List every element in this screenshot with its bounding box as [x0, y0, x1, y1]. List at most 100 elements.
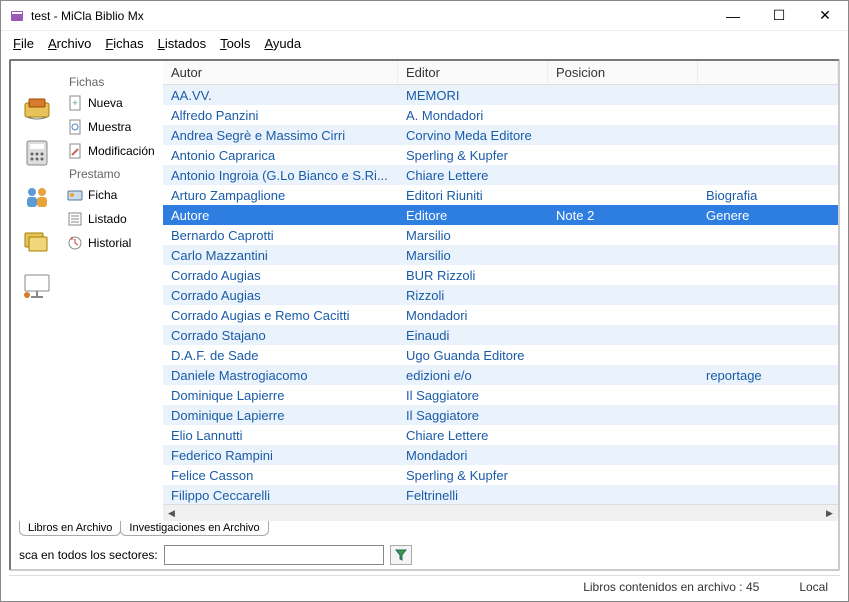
- calculator-icon[interactable]: [21, 137, 53, 169]
- table-row[interactable]: Corrado StajanoEinaudi: [163, 325, 838, 345]
- menu-fichas[interactable]: Fichas: [105, 36, 143, 51]
- data-grid: Autor Editor Posicion AA.VV.MEMORIAlfred…: [163, 61, 838, 521]
- column-header-posicion[interactable]: Posicion: [548, 61, 698, 84]
- cell: A. Mondadori: [398, 108, 548, 123]
- svg-text:×: ×: [70, 236, 74, 243]
- column-header-extra[interactable]: [698, 61, 838, 84]
- table-row[interactable]: AutoreEditoreNote 2Genere: [163, 205, 838, 225]
- status-mode: Local: [799, 580, 828, 594]
- menu-archivo[interactable]: Archivo: [48, 36, 91, 51]
- table-row[interactable]: Corrado AugiasBUR Rizzoli: [163, 265, 838, 285]
- minimize-button[interactable]: —: [710, 1, 756, 31]
- sidebar-item-ficha[interactable]: Ficha: [67, 187, 159, 203]
- users-icon[interactable]: [21, 181, 53, 213]
- cell: Genere: [698, 208, 838, 223]
- folders-icon[interactable]: [21, 225, 53, 257]
- sidebar: Fichas + Nueva Muestra Modificación Pres…: [63, 61, 163, 521]
- maximize-button[interactable]: ☐: [756, 1, 802, 31]
- sidebar-item-muestra[interactable]: Muestra: [67, 119, 159, 135]
- table-row[interactable]: AA.VV.MEMORI: [163, 85, 838, 105]
- table-row[interactable]: Dominique LapierreIl Saggiatore: [163, 405, 838, 425]
- cell: Editori Riuniti: [398, 188, 548, 203]
- table-row[interactable]: Elio LannuttiChiare Lettere: [163, 425, 838, 445]
- sidebar-item-label: Historial: [88, 236, 131, 250]
- sidebar-item-label: Modificación: [88, 144, 155, 158]
- tab-libros[interactable]: Libros en Archivo: [19, 521, 121, 536]
- cell: Feltrinelli: [398, 488, 548, 503]
- cell: Corrado Augias e Remo Cacitti: [163, 308, 398, 323]
- table-row[interactable]: Alfredo PanziniA. Mondadori: [163, 105, 838, 125]
- cell: Carlo Mazzantini: [163, 248, 398, 263]
- icon-strip: [11, 61, 63, 521]
- sidebar-item-label: Listado: [88, 212, 127, 226]
- cell: Alfredo Panzini: [163, 108, 398, 123]
- cell: Elio Lannutti: [163, 428, 398, 443]
- table-row[interactable]: Felice CassonSperling & Kupfer: [163, 465, 838, 485]
- scroll-right-icon[interactable]: ▶: [821, 505, 838, 522]
- cell: Chiare Lettere: [398, 428, 548, 443]
- cell: Dominique Lapierre: [163, 388, 398, 403]
- table-row[interactable]: D.A.F. de SadeUgo Guanda Editore: [163, 345, 838, 365]
- table-row[interactable]: Filippo CeccarelliFeltrinelli: [163, 485, 838, 504]
- table-row[interactable]: Antonio Ingroia (G.Lo Bianco e S.Ri...Ch…: [163, 165, 838, 185]
- cell: Arturo Zampaglione: [163, 188, 398, 203]
- horizontal-scrollbar[interactable]: ◀ ▶: [163, 504, 838, 521]
- window-title: test - MiCla Biblio Mx: [31, 9, 710, 23]
- cell: AA.VV.: [163, 88, 398, 103]
- filter-button[interactable]: [390, 545, 412, 565]
- status-count: Libros contenidos en archivo : 45: [583, 580, 759, 594]
- table-row[interactable]: Corrado AugiasRizzoli: [163, 285, 838, 305]
- sidebar-item-label: Nueva: [88, 96, 123, 110]
- grid-body[interactable]: AA.VV.MEMORIAlfredo PanziniA. MondadoriA…: [163, 85, 838, 504]
- document-view-icon: [67, 119, 83, 135]
- table-row[interactable]: Corrado Augias e Remo CacittiMondadori: [163, 305, 838, 325]
- cell: D.A.F. de Sade: [163, 348, 398, 363]
- cell: edizioni e/o: [398, 368, 548, 383]
- cell: Note 2: [548, 208, 698, 223]
- cell: Il Saggiatore: [398, 388, 548, 403]
- table-row[interactable]: Bernardo CaprottiMarsilio: [163, 225, 838, 245]
- card-icon: [67, 187, 83, 203]
- cell: Andrea Segrè e Massimo Cirri: [163, 128, 398, 143]
- menu-listados[interactable]: Listados: [158, 36, 206, 51]
- sidebar-item-modificacion[interactable]: Modificación: [67, 143, 159, 159]
- sidebar-item-listado[interactable]: Listado: [67, 211, 159, 227]
- sidebar-item-historial[interactable]: × Historial: [67, 235, 159, 251]
- cell: MEMORI: [398, 88, 548, 103]
- table-row[interactable]: Federico RampiniMondadori: [163, 445, 838, 465]
- cell: Antonio Ingroia (G.Lo Bianco e S.Ri...: [163, 168, 398, 183]
- cell: Marsilio: [398, 248, 548, 263]
- document-new-icon: +: [67, 95, 83, 111]
- menu-file[interactable]: File: [13, 36, 34, 51]
- scroll-left-icon[interactable]: ◀: [163, 505, 180, 522]
- cell: Mondadori: [398, 448, 548, 463]
- table-row[interactable]: Arturo ZampaglioneEditori RiunitiBiograf…: [163, 185, 838, 205]
- table-row[interactable]: Andrea Segrè e Massimo CirriCorvino Meda…: [163, 125, 838, 145]
- table-row[interactable]: Dominique LapierreIl Saggiatore: [163, 385, 838, 405]
- sidebar-item-nueva[interactable]: + Nueva: [67, 95, 159, 111]
- column-header-editor[interactable]: Editor: [398, 61, 548, 84]
- cell: Corrado Augias: [163, 288, 398, 303]
- titlebar: test - MiCla Biblio Mx — ☐ ✕: [1, 1, 848, 31]
- menu-tools[interactable]: Tools: [220, 36, 250, 51]
- sidebar-header-fichas: Fichas: [69, 75, 159, 89]
- books-icon[interactable]: [21, 93, 53, 125]
- search-input[interactable]: [164, 545, 384, 565]
- tab-investigaciones[interactable]: Investigaciones en Archivo: [120, 521, 268, 536]
- table-row[interactable]: Daniele Mastrogiacomoedizioni e/oreporta…: [163, 365, 838, 385]
- presentation-icon[interactable]: [21, 269, 53, 301]
- sidebar-header-prestamo: Prestamo: [69, 167, 159, 181]
- cell: Dominique Lapierre: [163, 408, 398, 423]
- sidebar-item-label: Ficha: [88, 188, 117, 202]
- table-row[interactable]: Antonio CapraricaSperling & Kupfer: [163, 145, 838, 165]
- column-header-autor[interactable]: Autor: [163, 61, 398, 84]
- sidebar-item-label: Muestra: [88, 120, 131, 134]
- table-row[interactable]: Carlo MazzantiniMarsilio: [163, 245, 838, 265]
- workspace: Fichas + Nueva Muestra Modificación Pres…: [9, 59, 840, 571]
- menu-ayuda[interactable]: Ayuda: [264, 36, 301, 51]
- cell: Antonio Caprarica: [163, 148, 398, 163]
- cell: Marsilio: [398, 228, 548, 243]
- close-button[interactable]: ✕: [802, 1, 848, 31]
- cell: Bernardo Caprotti: [163, 228, 398, 243]
- bottom-tabs: Libros en Archivo Investigaciones en Arc…: [11, 521, 838, 541]
